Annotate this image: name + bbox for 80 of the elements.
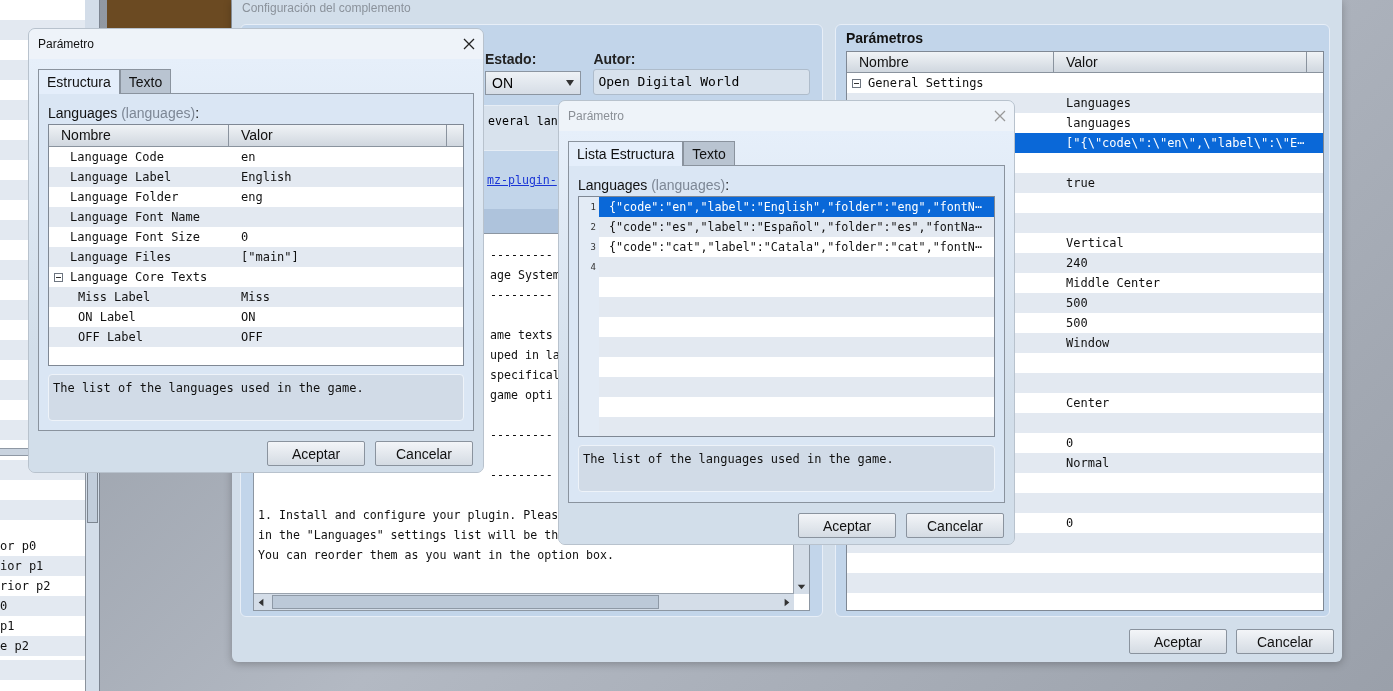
table-cell: English (241, 169, 292, 185)
panel-title: Parámetros (846, 29, 924, 48)
table-cell: 500 (1066, 295, 1088, 311)
help-text: --------- (490, 247, 553, 264)
tab[interactable]: Texto (119, 69, 172, 93)
description-box: The list of the languages used in the game. (578, 445, 995, 492)
line-number: 4 (589, 261, 597, 274)
table-cell: Vertical (1066, 235, 1124, 251)
line-number: 2 (589, 221, 597, 234)
table-cell: Normal (1066, 455, 1110, 471)
table-cell: ON (241, 309, 256, 325)
help-text: 1. Install and configure your plugin. Pleas (258, 507, 559, 524)
table-cell: languages (1066, 115, 1132, 131)
dialog-button[interactable]: Aceptar (1129, 629, 1227, 654)
author-field[interactable]: Open Digital World (593, 69, 810, 95)
tab[interactable]: Lista Estructura (568, 141, 684, 166)
help-text: --------- (490, 287, 553, 304)
table-cell: Language Code (70, 149, 164, 165)
table-cell: 500 (1066, 315, 1088, 331)
window-title: Configuración del complemento (241, 0, 411, 17)
table-cell: Language Files (70, 249, 172, 265)
table-cell: Middle Center (1066, 275, 1160, 291)
table-cell: ["{\"code\":\"en\",\"label\":\"E⋯ (1066, 135, 1305, 151)
table-cell: Window (1066, 335, 1110, 351)
table-cell: en (241, 149, 256, 165)
tab[interactable]: Texto (683, 141, 735, 165)
table-cell: Miss (241, 289, 270, 305)
dialog-button[interactable]: Aceptar (267, 441, 365, 466)
dialog-button[interactable]: Aceptar (798, 513, 896, 538)
collapse-icon[interactable] (54, 272, 63, 282)
table-cell: Language Font Size (70, 229, 201, 245)
column-header[interactable]: Nombre (847, 52, 1054, 72)
table-cell: Language Core Texts (70, 269, 208, 285)
table-cell: eng (241, 189, 263, 205)
scrollbar[interactable] (254, 593, 794, 610)
help-text: --------- (490, 427, 553, 444)
help-text: --------- (490, 467, 553, 484)
field-label: Autor: (593, 51, 637, 69)
table-cell: 0 (1066, 435, 1074, 451)
description-box: The list of the languages used in the game. (48, 374, 464, 421)
table-cell: Language Label (70, 169, 172, 185)
tab[interactable]: Estructura (38, 69, 120, 94)
dialog-button[interactable]: Cancelar (375, 441, 473, 466)
close-icon[interactable] (463, 38, 475, 50)
table-cell: OFF (241, 329, 263, 345)
collapse-icon[interactable] (852, 78, 861, 88)
table-cell: 240 (1066, 255, 1088, 271)
table-cell: Language Font Name (70, 209, 201, 225)
table-cell: Center (1066, 395, 1110, 411)
line-number: 3 (589, 241, 597, 254)
column-header[interactable]: Nombre (49, 125, 229, 146)
column-header[interactable]: Valor (229, 125, 447, 146)
table-cell: Miss Label (78, 289, 151, 305)
link[interactable]: mz-plugin- (487, 173, 557, 189)
status-dropdown[interactable]: ON (485, 71, 582, 95)
field-label: Estado: (485, 51, 538, 69)
dialog-title: Parámetro (38, 37, 95, 51)
column-header[interactable]: Valor (1054, 52, 1307, 72)
caret-icon (566, 80, 575, 86)
help-text: specifical (490, 367, 560, 384)
list-item[interactable]: {"code":"en","label":"English","folder":"eng","fontN⋯ (599, 197, 994, 217)
table-cell: OFF Label (78, 329, 144, 345)
help-text: ame texts (490, 327, 553, 344)
table-cell: Language Folder (70, 189, 179, 205)
dialog-button[interactable]: Cancelar (906, 513, 1004, 538)
table-cell: General Settings (868, 75, 984, 91)
table-cell: 0 (241, 229, 249, 245)
table-cell: true (1066, 175, 1095, 191)
table-cell: Languages (1066, 95, 1132, 111)
field-label: Languages (languages): (578, 177, 729, 195)
line-number: 1 (589, 201, 597, 214)
field-label: Languages (languages): (48, 105, 199, 123)
dialog-title: Parámetro (568, 109, 625, 123)
table-cell: ["main"] (241, 249, 299, 265)
dialog-button[interactable]: Cancelar (1236, 629, 1334, 654)
table-cell: ON Label (78, 309, 136, 325)
help-text: You can reorder them as you want in the option box. (258, 547, 614, 564)
table-cell: 0 (1066, 515, 1074, 531)
help-text: in the "Languages" settings list will be th (258, 527, 559, 544)
help-text: game opti (490, 387, 553, 404)
